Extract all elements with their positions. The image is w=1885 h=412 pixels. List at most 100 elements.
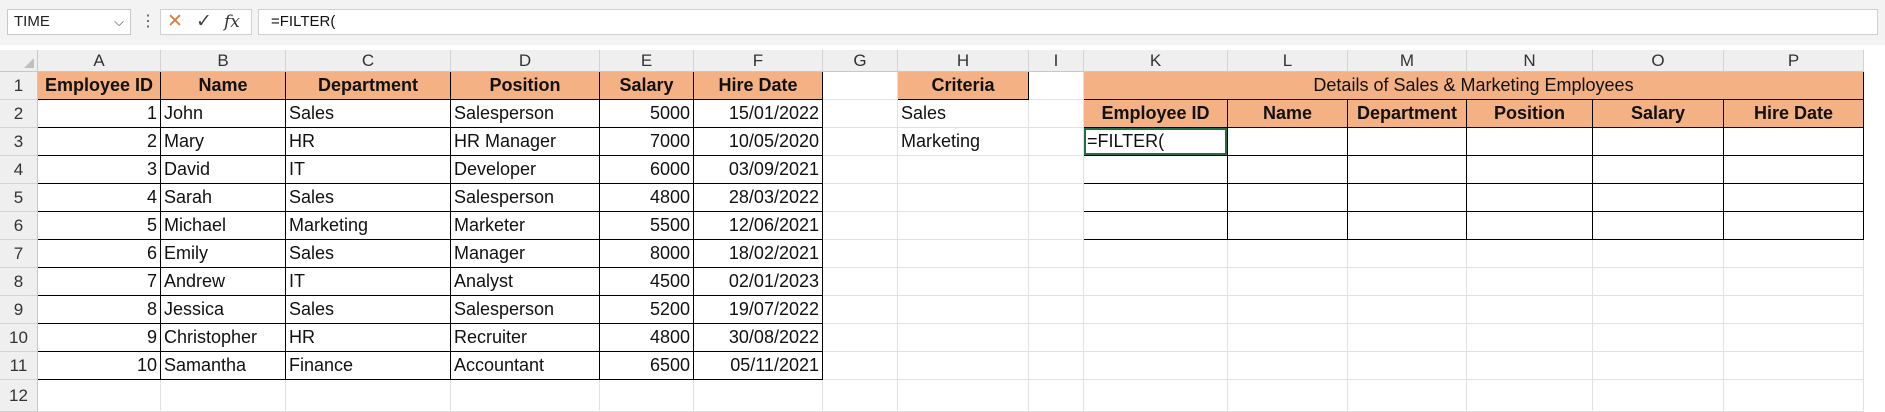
formula-input[interactable]: =FILTER( (258, 9, 1878, 35)
table-header-cell[interactable]: Department (286, 72, 451, 100)
table-cell[interactable]: 7 (38, 268, 161, 296)
grid-cell[interactable] (1228, 240, 1348, 268)
grid-cell[interactable] (1084, 296, 1228, 324)
grid-cell[interactable] (823, 128, 898, 156)
table-cell[interactable]: 4800 (600, 184, 694, 212)
criteria-value[interactable]: Sales (898, 100, 1029, 128)
table-cell[interactable]: HR (286, 128, 451, 156)
table-header-cell[interactable]: Position (451, 72, 600, 100)
table-cell[interactable]: Sales (286, 240, 451, 268)
table-cell[interactable]: 5200 (600, 296, 694, 324)
result-cell[interactable] (1467, 128, 1593, 156)
insert-function-icon[interactable]: fx (224, 11, 240, 33)
grid-cell[interactable] (823, 72, 898, 100)
result-cell[interactable] (1084, 156, 1228, 184)
column-header-p[interactable]: P (1724, 50, 1864, 72)
grid-cell[interactable] (1029, 352, 1084, 380)
grid-cell[interactable] (898, 324, 1029, 352)
grid-cell[interactable] (1228, 268, 1348, 296)
grid-cell[interactable] (1029, 296, 1084, 324)
table-cell[interactable]: David (161, 156, 286, 184)
table-cell[interactable]: Accountant (451, 352, 600, 380)
table-cell[interactable]: Michael (161, 212, 286, 240)
grid-cell[interactable] (1348, 324, 1467, 352)
grid-cell[interactable] (1084, 352, 1228, 380)
grid-cell[interactable] (1029, 240, 1084, 268)
table-cell[interactable]: 5 (38, 212, 161, 240)
grid-cell[interactable] (1084, 240, 1228, 268)
row-header-11[interactable]: 11 (0, 352, 38, 380)
result-cell[interactable] (1593, 128, 1724, 156)
grid-cell[interactable] (1724, 240, 1864, 268)
table-cell[interactable]: 6 (38, 240, 161, 268)
result-cell[interactable] (1467, 212, 1593, 240)
table-cell[interactable]: IT (286, 268, 451, 296)
table-cell[interactable]: Samantha (161, 352, 286, 380)
active-cell-formula[interactable]: =FILTER( (1084, 128, 1228, 156)
grid-cell[interactable] (1724, 268, 1864, 296)
result-cell[interactable] (1348, 156, 1467, 184)
more-options-icon[interactable]: ⋮ (140, 12, 156, 32)
column-header-c[interactable]: C (286, 50, 451, 72)
column-header-e[interactable]: E (600, 50, 694, 72)
result-header-cell[interactable]: Employee ID (1084, 100, 1228, 128)
result-cell[interactable] (1593, 156, 1724, 184)
table-cell[interactable]: 12/06/2021 (694, 212, 823, 240)
result-header-cell[interactable]: Salary (1593, 100, 1724, 128)
table-cell[interactable]: 10 (38, 352, 161, 380)
column-header-a[interactable]: A (38, 50, 161, 72)
result-header-cell[interactable]: Position (1467, 100, 1593, 128)
grid-cell[interactable] (451, 380, 600, 412)
column-header-m[interactable]: M (1348, 50, 1467, 72)
name-box[interactable]: TIME ⌵ (7, 9, 131, 35)
row-header-8[interactable]: 8 (0, 268, 38, 296)
grid-cell[interactable] (898, 184, 1029, 212)
result-cell[interactable] (1228, 184, 1348, 212)
table-cell[interactable]: Emily (161, 240, 286, 268)
table-cell[interactable]: 30/08/2022 (694, 324, 823, 352)
grid-cell[interactable] (1029, 324, 1084, 352)
table-cell[interactable]: Sarah (161, 184, 286, 212)
table-cell[interactable]: 6000 (600, 156, 694, 184)
table-cell[interactable]: 19/07/2022 (694, 296, 823, 324)
grid-cell[interactable] (898, 268, 1029, 296)
result-cell[interactable] (1593, 184, 1724, 212)
table-cell[interactable]: 3 (38, 156, 161, 184)
table-cell[interactable]: 18/02/2021 (694, 240, 823, 268)
row-header-12[interactable]: 12 (0, 380, 38, 412)
table-cell[interactable]: 8000 (600, 240, 694, 268)
grid-cell[interactable] (1084, 324, 1228, 352)
grid-cell[interactable] (1724, 352, 1864, 380)
table-cell[interactable]: Andrew (161, 268, 286, 296)
result-header-cell[interactable]: Department (1348, 100, 1467, 128)
grid-cell[interactable] (1029, 268, 1084, 296)
grid-cell[interactable] (600, 380, 694, 412)
grid-cell[interactable] (1228, 296, 1348, 324)
result-cell[interactable] (1228, 128, 1348, 156)
grid-cell[interactable] (1029, 72, 1084, 100)
grid-cell[interactable] (1593, 352, 1724, 380)
column-header-o[interactable]: O (1593, 50, 1724, 72)
grid-cell[interactable] (823, 296, 898, 324)
grid-cell[interactable] (898, 380, 1029, 412)
table-cell[interactable]: 5500 (600, 212, 694, 240)
grid-cell[interactable] (1348, 352, 1467, 380)
grid-cell[interactable] (1467, 240, 1593, 268)
table-cell[interactable]: 4 (38, 184, 161, 212)
grid-cell[interactable] (1228, 324, 1348, 352)
grid-cell[interactable] (1029, 128, 1084, 156)
table-cell[interactable]: Sales (286, 100, 451, 128)
column-header-g[interactable]: G (823, 50, 898, 72)
table-cell[interactable]: Sales (286, 296, 451, 324)
table-cell[interactable]: 05/11/2021 (694, 352, 823, 380)
grid-cell[interactable] (1467, 268, 1593, 296)
result-cell[interactable] (1228, 156, 1348, 184)
result-cell[interactable] (1593, 212, 1724, 240)
table-cell[interactable]: Recruiter (451, 324, 600, 352)
row-header-9[interactable]: 9 (0, 296, 38, 324)
grid-cell[interactable] (1348, 380, 1467, 412)
grid-cell[interactable] (286, 380, 451, 412)
table-cell[interactable]: HR (286, 324, 451, 352)
grid-cell[interactable] (1348, 296, 1467, 324)
table-cell[interactable]: 02/01/2023 (694, 268, 823, 296)
